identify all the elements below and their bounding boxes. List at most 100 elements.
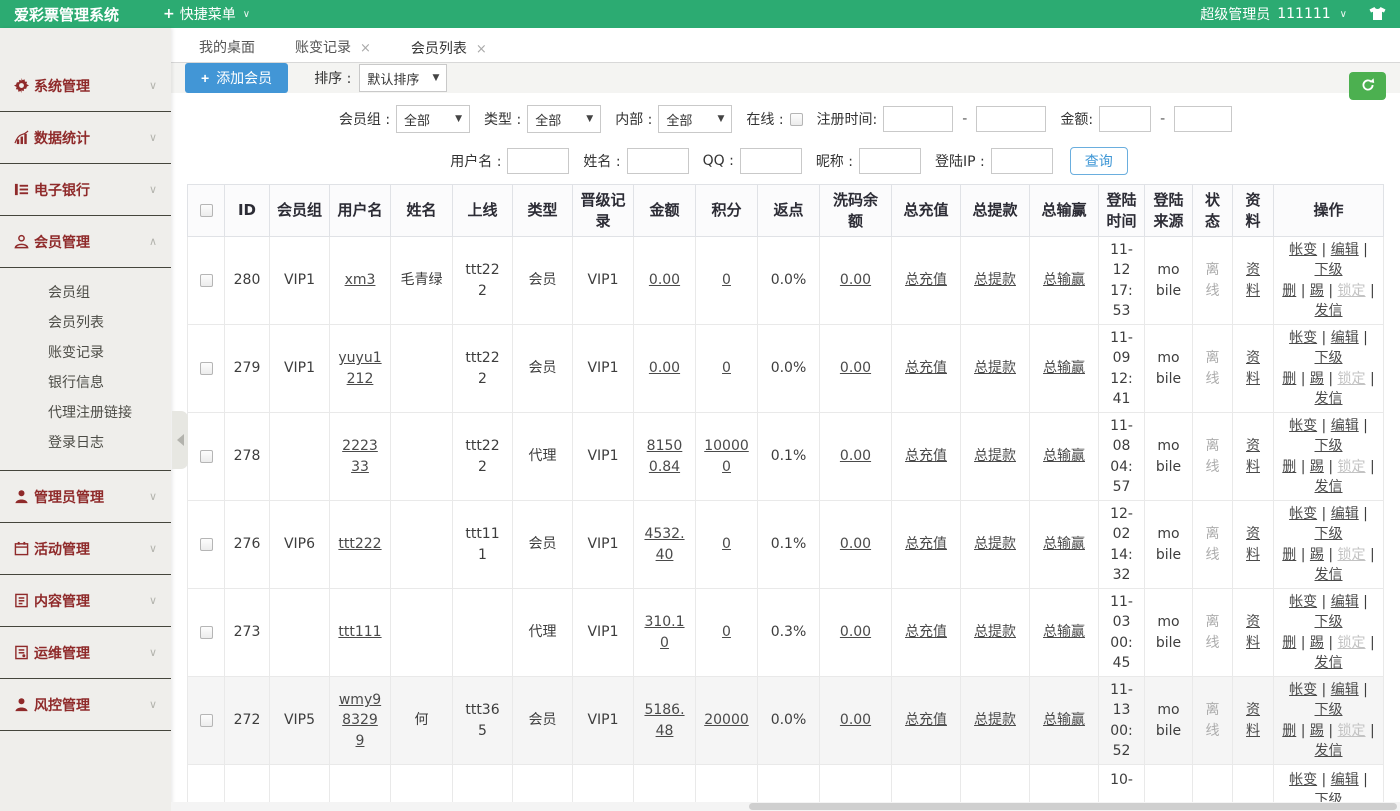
- op-send-message-link[interactable]: 发信: [1315, 391, 1343, 407]
- op-edit-link[interactable]: 编辑: [1331, 330, 1359, 346]
- row-checkbox[interactable]: [200, 538, 213, 551]
- sidebar-group[interactable]: 管理员管理∨: [0, 471, 171, 523]
- op-edit-link[interactable]: 编辑: [1331, 506, 1359, 522]
- op-account-change-link[interactable]: 帐变: [1289, 242, 1317, 258]
- total-recharge-link[interactable]: 总充值: [905, 712, 947, 728]
- sidebar-group[interactable]: 会员管理∧: [0, 216, 171, 268]
- profile-link[interactable]: 资料: [1246, 438, 1260, 474]
- total-winloss-link[interactable]: 总输赢: [1043, 360, 1085, 376]
- amount-link[interactable]: 5186.48: [644, 702, 684, 738]
- op-account-change-link[interactable]: 帐变: [1289, 330, 1317, 346]
- op-kick-link[interactable]: 踢: [1310, 547, 1324, 563]
- row-checkbox[interactable]: [200, 450, 213, 463]
- amount-link[interactable]: 310.10: [644, 614, 684, 650]
- nickname-input[interactable]: [859, 148, 921, 174]
- login-ip-input[interactable]: [991, 148, 1053, 174]
- points-link[interactable]: 100000: [704, 438, 749, 474]
- close-icon[interactable]: ×: [476, 43, 487, 56]
- refresh-button[interactable]: [1349, 72, 1386, 100]
- close-icon[interactable]: ×: [360, 42, 371, 55]
- op-account-change-link[interactable]: 帐变: [1289, 506, 1317, 522]
- op-edit-link[interactable]: 编辑: [1331, 418, 1359, 434]
- tshirt-icon[interactable]: [1369, 7, 1386, 21]
- username-link[interactable]: ttt111: [338, 624, 381, 640]
- op-subordinates-link[interactable]: 下级: [1315, 350, 1343, 366]
- op-delete-link[interactable]: 删: [1282, 283, 1296, 299]
- op-send-message-link[interactable]: 发信: [1315, 655, 1343, 671]
- op-edit-link[interactable]: 编辑: [1331, 772, 1359, 788]
- amount-link[interactable]: 0.00: [649, 272, 680, 288]
- total-recharge-link[interactable]: 总充值: [905, 272, 947, 288]
- op-send-message-link[interactable]: 发信: [1315, 303, 1343, 319]
- username-input[interactable]: [507, 148, 569, 174]
- regtime-from-input[interactable]: [883, 106, 953, 132]
- total-winloss-link[interactable]: 总输赢: [1043, 536, 1085, 552]
- row-checkbox[interactable]: [200, 714, 213, 727]
- points-link[interactable]: 20000: [704, 712, 749, 728]
- amount-from-input[interactable]: [1099, 106, 1151, 132]
- sidebar-group[interactable]: 数据统计∨: [0, 112, 171, 164]
- tab-item[interactable]: 账变记录×: [279, 35, 387, 62]
- op-kick-link[interactable]: 踢: [1310, 371, 1324, 387]
- total-withdraw-link[interactable]: 总提款: [974, 624, 1016, 640]
- op-kick-link[interactable]: 踢: [1310, 459, 1324, 475]
- total-withdraw-link[interactable]: 总提款: [974, 448, 1016, 464]
- total-withdraw-link[interactable]: 总提款: [974, 360, 1016, 376]
- amount-to-input[interactable]: [1174, 106, 1232, 132]
- op-subordinates-link[interactable]: 下级: [1315, 614, 1343, 630]
- sidebar-subitem[interactable]: 登录日志: [0, 428, 171, 458]
- total-recharge-link[interactable]: 总充值: [905, 536, 947, 552]
- points-link[interactable]: 0: [722, 536, 731, 552]
- tab-item[interactable]: 会员列表×: [395, 35, 503, 63]
- sort-select[interactable]: 默认排序 ▼: [359, 64, 447, 92]
- profile-link[interactable]: 资料: [1246, 526, 1260, 562]
- type-select[interactable]: 全部 ▼: [527, 105, 601, 133]
- wash-balance-link[interactable]: 0.00: [840, 448, 871, 464]
- total-winloss-link[interactable]: 总输赢: [1043, 624, 1085, 640]
- amount-link[interactable]: 0.00: [649, 360, 680, 376]
- op-lock-link[interactable]: 锁定: [1338, 723, 1366, 739]
- total-recharge-link[interactable]: 总充值: [905, 448, 947, 464]
- sidebar-subitem[interactable]: 会员列表: [0, 308, 171, 338]
- op-delete-link[interactable]: 删: [1282, 635, 1296, 651]
- qq-input[interactable]: [740, 148, 802, 174]
- total-withdraw-link[interactable]: 总提款: [974, 272, 1016, 288]
- op-send-message-link[interactable]: 发信: [1315, 479, 1343, 495]
- op-lock-link[interactable]: 锁定: [1338, 283, 1366, 299]
- total-winloss-link[interactable]: 总输赢: [1043, 712, 1085, 728]
- op-account-change-link[interactable]: 帐变: [1289, 772, 1317, 788]
- sidebar-subitem[interactable]: 会员组: [0, 278, 171, 308]
- sidebar-group[interactable]: 内容管理∨: [0, 575, 171, 627]
- search-button[interactable]: 查询: [1070, 147, 1128, 175]
- profile-link[interactable]: 资料: [1246, 614, 1260, 650]
- profile-link[interactable]: 资料: [1246, 350, 1260, 386]
- op-subordinates-link[interactable]: 下级: [1315, 438, 1343, 454]
- op-account-change-link[interactable]: 帐变: [1289, 682, 1317, 698]
- user-menu[interactable]: 超级管理员 111111 ∨: [1200, 4, 1347, 24]
- amount-link[interactable]: 4532.40: [644, 526, 684, 562]
- total-recharge-link[interactable]: 总充值: [905, 360, 947, 376]
- tab-item[interactable]: 我的桌面: [183, 35, 271, 62]
- sidebar-subitem[interactable]: 银行信息: [0, 368, 171, 398]
- points-link[interactable]: 0: [722, 272, 731, 288]
- username-link[interactable]: 222333: [342, 438, 378, 474]
- points-link[interactable]: 0: [722, 624, 731, 640]
- profile-link[interactable]: 资料: [1246, 262, 1260, 298]
- horizontal-scrollbar[interactable]: [171, 802, 1400, 811]
- row-checkbox[interactable]: [200, 626, 213, 639]
- op-delete-link[interactable]: 删: [1282, 547, 1296, 563]
- sidebar-group[interactable]: 系统管理∨: [0, 60, 171, 112]
- quick-menu-button[interactable]: + 快捷菜单 ∨: [163, 4, 250, 24]
- scrollbar-thumb[interactable]: [749, 803, 1397, 810]
- op-send-message-link[interactable]: 发信: [1315, 567, 1343, 583]
- member-group-select[interactable]: 全部 ▼: [396, 105, 470, 133]
- op-lock-link[interactable]: 锁定: [1338, 547, 1366, 563]
- sidebar-subitem[interactable]: 代理注册链接: [0, 398, 171, 428]
- total-recharge-link[interactable]: 总充值: [905, 624, 947, 640]
- sidebar-group[interactable]: 电子银行∨: [0, 164, 171, 216]
- wash-balance-link[interactable]: 0.00: [840, 360, 871, 376]
- op-kick-link[interactable]: 踢: [1310, 635, 1324, 651]
- sidebar-group[interactable]: 活动管理∨: [0, 523, 171, 575]
- op-kick-link[interactable]: 踢: [1310, 723, 1324, 739]
- add-member-button[interactable]: + 添加会员: [185, 63, 288, 93]
